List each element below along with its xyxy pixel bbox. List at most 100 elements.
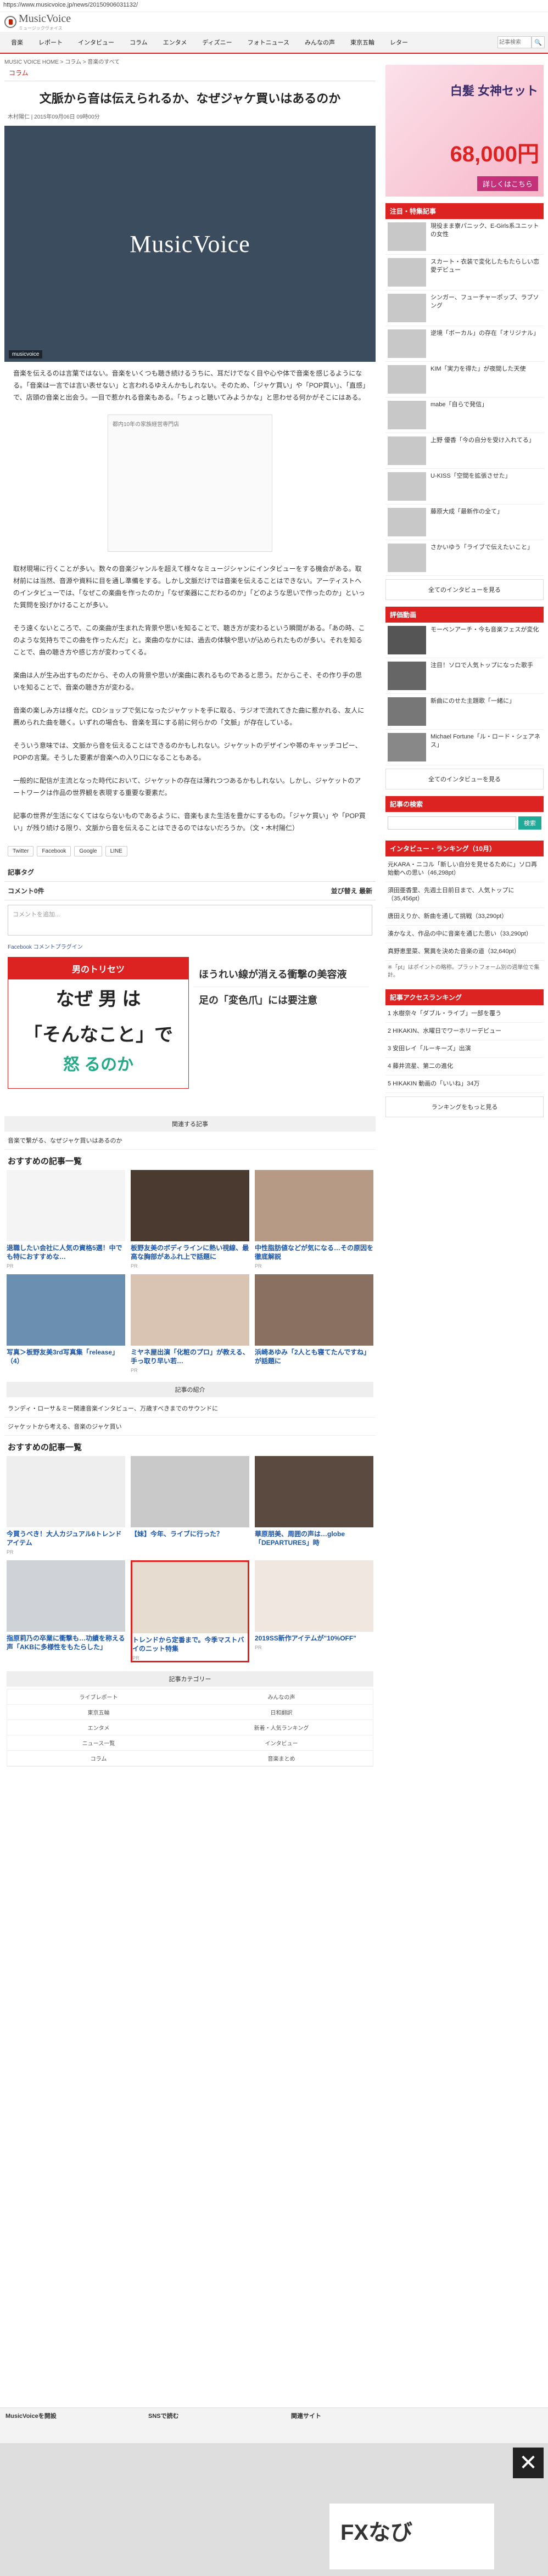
bottom-overlay-ad[interactable]: ✕ FXなび xyxy=(0,2443,548,2576)
footer-col-related[interactable]: 関連サイト xyxy=(291,2411,423,2420)
ranking-item[interactable]: 唐田えりか、新曲を通して挑戦（33,290pt） xyxy=(385,908,544,926)
ranking-item[interactable]: 須田亜香里、先週土日前日まで、人気トップに（35,456pt） xyxy=(385,882,544,908)
ranking-item[interactable]: 1 水樹奈々「ダブル・ライブ」一部を覆う xyxy=(385,1005,544,1023)
more-ranking-button[interactable]: ランキングをもっと見る xyxy=(385,1096,544,1117)
recommend-card[interactable]: 浜崎あゆみ「2人とも寝てたんですね」が話題に xyxy=(255,1274,373,1373)
feature-item[interactable]: 逆境「ボーカル」の存在「オリジナル」 xyxy=(385,326,544,362)
nav-item-olympics[interactable]: 東京五輪 xyxy=(343,38,382,47)
card-title: ミヤネ屋出演「化粧のプロ」が教える、手っ取り早い若… xyxy=(131,1348,249,1365)
video-item[interactable]: モーベンアーチ・今も音楽フェスが変化 xyxy=(385,623,544,658)
recommend-card[interactable]: ミヤネ屋出演「化粧のプロ」が教える、手っ取り早い若… PR xyxy=(131,1274,249,1373)
category-link[interactable]: ニュース一覧 xyxy=(7,1735,190,1751)
text-ad[interactable]: ほうれい線が消える衝撃の美容液 xyxy=(193,961,369,987)
category-link[interactable]: ライブレポート xyxy=(7,1689,190,1705)
search-input[interactable] xyxy=(497,36,532,48)
ranking-item[interactable]: 2 HIKAKIN、水曜日でワーホリーデビュー xyxy=(385,1023,544,1040)
nav-item-voice[interactable]: みんなの声 xyxy=(297,38,343,47)
banner-cta-button[interactable]: 詳しくはこちら xyxy=(477,176,538,191)
video-item[interactable]: 注目！ソロで人気トップになった歌手 xyxy=(385,658,544,694)
category-link[interactable]: みんなの声 xyxy=(190,1689,373,1705)
thumbnail xyxy=(388,329,426,358)
comment-input[interactable]: コメントを追加... xyxy=(8,905,372,936)
site-logo[interactable]: MusicVoice ミュージックヴォイス xyxy=(4,13,71,31)
ranking-item[interactable]: 真野恵里菜、驚異を決めた音楽の道（32,640pt） xyxy=(385,943,544,961)
article-paragraph: 音楽の楽しみ方は様々だ。CDショップで気になったジャケットを手に取る、ラジオで流… xyxy=(13,707,365,726)
comments-sort[interactable]: 並び替え 最新 xyxy=(331,886,372,895)
recommend-card[interactable]: トレンドから定番まで。今季マストバイのニット特集 PR xyxy=(131,1560,249,1662)
feature-item[interactable]: 藤原大成「最新作の全て」 xyxy=(385,505,544,540)
feature-item[interactable]: 現役まま寮パニック、E-Girls系ユニットの女性 xyxy=(385,219,544,255)
related-item[interactable]: 音楽で繋がる、なぜジャケ買いはあるのか xyxy=(4,1132,376,1150)
feature-item[interactable]: シンガー、フューチャーポップ、ラブソング xyxy=(385,290,544,326)
close-icon[interactable]: ✕ xyxy=(513,2448,544,2478)
search-icon[interactable]: 🔍 xyxy=(532,36,545,48)
recommend-card[interactable]: 板野友美のボディラインに熱い視線、最高な胸部があふれ上で話題に PR xyxy=(131,1170,249,1269)
feature-item[interactable]: スカート・衣装で変化したもたらしい恋愛デビュー xyxy=(385,255,544,290)
recommend-card[interactable]: 写真＞板野友美3rd写真集「release」（4） xyxy=(7,1274,125,1373)
intro-item[interactable]: ランディ・ローサ＆ミー関連音楽インタビュー、万歳すべきまでのサウンドに xyxy=(4,1399,376,1418)
more-interviews-button[interactable]: 全てのインタビューを見る xyxy=(385,579,544,600)
card-title: 今買うべき！大人カジュアル6トレンドアイテム xyxy=(7,1530,122,1547)
ranking-item[interactable]: 元KARA・ニコル「新しい自分を見せるために」ソロ再始動への思い（46,298p… xyxy=(385,856,544,882)
ranking-item[interactable]: 3 安田レイ「ルーキーズ」出演 xyxy=(385,1040,544,1058)
video-item[interactable]: Michael Fortune「ル・ロード・シェアネス」 xyxy=(385,730,544,765)
share-line-button[interactable]: LINE xyxy=(105,846,127,856)
nav-item-report[interactable]: レポート xyxy=(31,38,70,47)
feature-item[interactable]: U-KISS「空間を拡張させた」 xyxy=(385,469,544,505)
nav-item-column[interactable]: コラム xyxy=(122,38,155,47)
feature-item[interactable]: KIM「実力を得た」が夜間した天使 xyxy=(385,362,544,397)
sidebar-section-heading: インタビュー・ランキング（10月） xyxy=(385,841,544,856)
ranking-item[interactable]: 5 HIKAKIN 動画の「いいね」34万 xyxy=(385,1076,544,1093)
footer-col-sns[interactable]: SNSで読む xyxy=(148,2411,280,2420)
nav-item-disney[interactable]: ディズニー xyxy=(194,38,239,47)
category-link[interactable]: 東京五輪 xyxy=(7,1705,190,1720)
feature-item[interactable]: さかいゆう「ライブで伝えたいこと」 xyxy=(385,540,544,576)
recommend-card[interactable]: 退職したい会社に人気の資格5選！中でも特におすすめな… PR xyxy=(7,1170,125,1269)
thumbnail xyxy=(388,294,426,322)
article-category[interactable]: コラム xyxy=(4,65,376,81)
ranking-note: ※「pt」はポイントの略称。プラットフォーム別の週単位で集計。 xyxy=(388,965,540,978)
recommend-card[interactable]: 指原莉乃の卒業に衝撃も…功績を称える声「AKBに多様性をもたらした」 xyxy=(7,1560,125,1662)
category-link[interactable]: 新着・人気ランキング xyxy=(190,1720,373,1735)
main-column: コラム 文脈から音は伝えられるか、なぜジャケ買いはあるのか 木村陽仁 | 201… xyxy=(4,65,376,1769)
ranking-item[interactable]: 4 藤井流星、第二の進化 xyxy=(385,1058,544,1076)
category-link[interactable]: エンタメ xyxy=(7,1720,190,1735)
nav-item-entame[interactable]: エンタメ xyxy=(155,38,195,47)
url-bar[interactable]: https://www.musicvoice.jp/news/201509060… xyxy=(0,0,548,12)
card-title: トレンドから定番まで。今季マストバイのニット特集 xyxy=(132,1636,244,1653)
breadcrumb[interactable]: MUSIC VOICE HOME > コラム > 音楽のすべて xyxy=(0,54,548,65)
category-link[interactable]: 音楽まとめ xyxy=(190,1751,373,1766)
nav-item-music[interactable]: 音楽 xyxy=(3,38,31,47)
nav-item-interview[interactable]: インタビュー xyxy=(70,38,122,47)
inline-ad[interactable]: 都内10年の家族経営専門店 xyxy=(108,415,272,552)
video-item[interactable]: 新曲にのせた主題歌「一緒に」 xyxy=(385,694,544,730)
sidebar-banner-ad[interactable]: 白髪 女神セット 68,000円 詳しくはこちら xyxy=(385,65,544,197)
footer-col-about[interactable]: MusicVoiceを開設 xyxy=(5,2411,137,2420)
recommend-card[interactable]: 華原朋美、周囲の声は…globe「DEPARTURES」時 xyxy=(255,1456,373,1555)
text-ad[interactable]: 足の「変色爪」には要注意 xyxy=(193,987,369,1012)
share-facebook-button[interactable]: Facebook xyxy=(37,846,71,856)
recommend-card[interactable]: 中性脂肪値などが気になる…その原因を徹底解説 PR xyxy=(255,1170,373,1269)
sidebar-search-button[interactable]: 検索 xyxy=(518,816,541,830)
feature-item[interactable]: mabe「自らで発信」 xyxy=(385,397,544,433)
book-ad[interactable]: 男のトリセツ なぜ 男 は 「そんなこと」で 怒 るのか xyxy=(8,957,189,1089)
sidebar-search: 検索 xyxy=(385,812,544,834)
facebook-plugin-link[interactable]: Facebook コメントプラグイン xyxy=(4,940,376,953)
feature-item[interactable]: 上野 優香「今の自分を受け入れてる」 xyxy=(385,433,544,469)
more-videos-button[interactable]: 全てのインタビューを見る xyxy=(385,769,544,789)
sidebar-search-input[interactable] xyxy=(388,816,516,830)
share-google-button[interactable]: Google xyxy=(74,846,102,856)
recommend-card[interactable]: 今買うべき！大人カジュアル6トレンドアイテム PR xyxy=(7,1456,125,1555)
nav-item-photo[interactable]: フォトニュース xyxy=(240,38,297,47)
video-title: 新曲にのせた主題歌「一緒に」 xyxy=(430,698,515,704)
category-link[interactable]: インタビュー xyxy=(190,1735,373,1751)
recommend-card[interactable]: 2019SS新作アイテムが"10%OFF" PR xyxy=(255,1560,373,1662)
recommend-card[interactable]: 【妹】今年、ライブに行った？ xyxy=(131,1456,249,1555)
share-twitter-button[interactable]: Twitter xyxy=(8,846,34,856)
ranking-item[interactable]: 湊かなえ、作品の中に音楽を通じた思い（33,290pt） xyxy=(385,926,544,943)
category-link[interactable]: 日和翻訳 xyxy=(190,1705,373,1720)
intro-item[interactable]: ジャケットから考える、音楽のジャケ買い xyxy=(4,1418,376,1436)
video-title: 注目！ソロで人気トップになった歌手 xyxy=(430,662,533,669)
nav-item-letter[interactable]: レター xyxy=(382,38,416,47)
category-link[interactable]: コラム xyxy=(7,1751,190,1766)
